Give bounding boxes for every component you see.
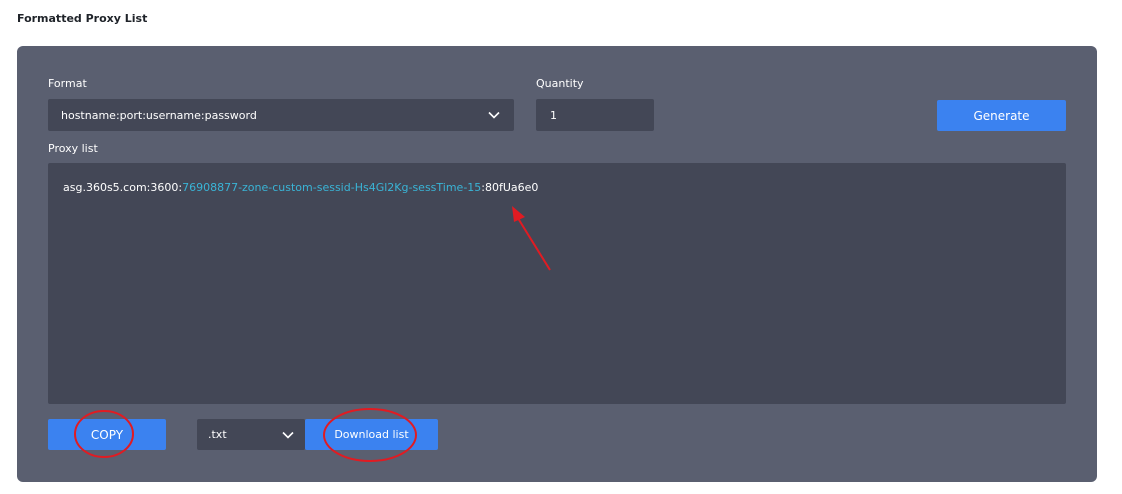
proxy-panel: Format hostname:port:username:password Q… (17, 46, 1097, 482)
proxy-password: :80fUa6e0 (481, 181, 539, 194)
quantity-label: Quantity (536, 77, 584, 90)
proxy-username: 76908877-zone-custom-sessid-Hs4Gl2Kg-ses… (182, 181, 482, 194)
chevron-down-icon (282, 431, 294, 439)
proxy-list-textarea[interactable]: asg.360s5.com:3600:76908877-zone-custom-… (48, 163, 1066, 404)
format-label: Format (48, 77, 87, 90)
copy-button[interactable]: COPY (48, 419, 166, 450)
proxy-host-port: asg.360s5.com:3600: (63, 181, 183, 194)
format-select[interactable]: hostname:port:username:password (48, 99, 514, 131)
download-list-button[interactable]: Download list (305, 419, 438, 450)
file-type-select[interactable]: .txt (197, 419, 305, 450)
generate-button[interactable]: Generate (937, 100, 1066, 131)
quantity-input[interactable]: 1 (536, 99, 654, 131)
chevron-down-icon (488, 111, 500, 119)
proxy-list-label: Proxy list (48, 142, 98, 155)
format-select-value: hostname:port:username:password (61, 108, 257, 122)
quantity-value: 1 (550, 108, 557, 122)
page: Formatted Proxy List Format hostname:por… (0, 0, 1122, 494)
file-type-value: .txt (208, 428, 227, 441)
section-title: Formatted Proxy List (17, 12, 148, 25)
